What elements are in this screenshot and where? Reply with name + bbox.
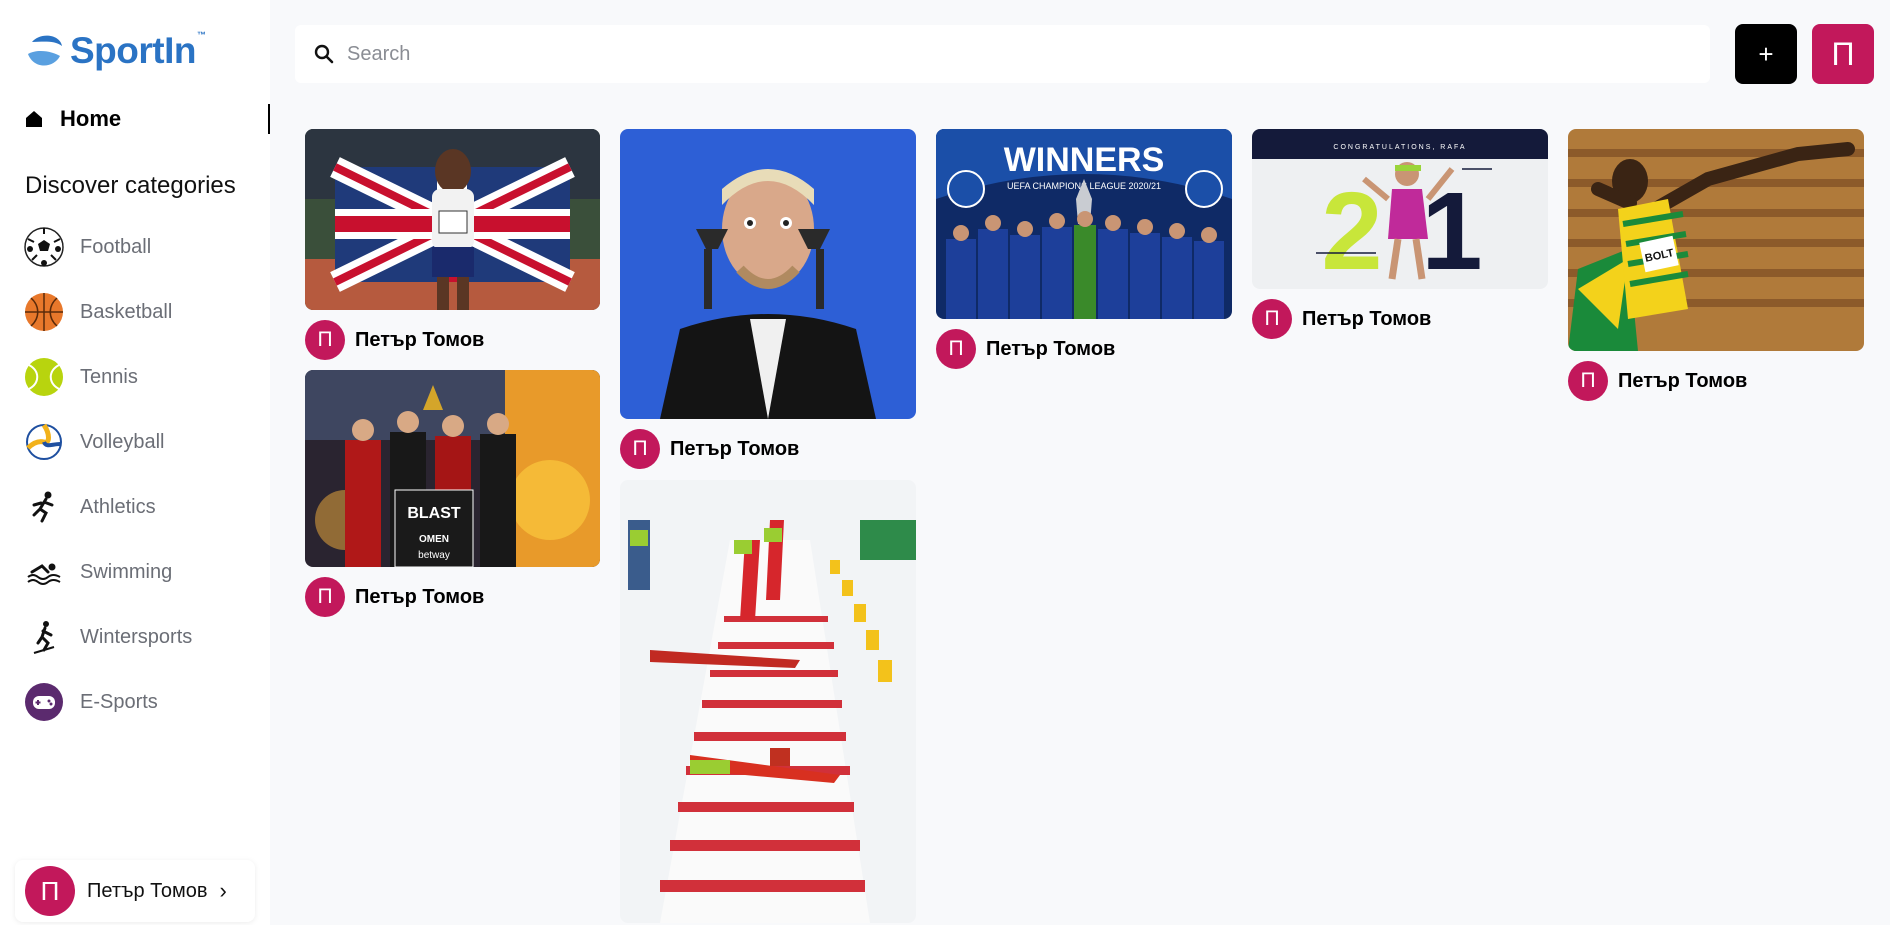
category-basketball[interactable]: Basketball xyxy=(24,292,254,332)
search-input[interactable] xyxy=(347,42,1647,66)
author-name: Петър Томов xyxy=(1302,307,1432,330)
category-label: Swimming xyxy=(80,560,173,583)
post-image[interactable] xyxy=(305,129,600,310)
svg-text:CONGRATULATIONS, RAFA: CONGRATULATIONS, RAFA xyxy=(1333,144,1466,151)
avatar: П xyxy=(305,577,345,617)
author-name: Петър Томов xyxy=(355,328,485,351)
search-icon xyxy=(314,44,334,64)
svg-text:BLAST: BLAST xyxy=(407,505,461,522)
category-label: Volleyball xyxy=(80,430,165,453)
post-card[interactable]: BLAST OMEN betway П Петър Томов xyxy=(305,370,600,617)
swimming-icon xyxy=(25,553,63,591)
svg-text:betway: betway xyxy=(418,550,450,561)
category-label: Wintersports xyxy=(80,625,193,648)
category-tennis[interactable]: Tennis xyxy=(24,357,254,397)
avatar: П xyxy=(1568,361,1608,401)
logo-trademark: ™ xyxy=(196,30,206,40)
author-name: Петър Томов xyxy=(355,585,485,608)
author-name: Петър Томов xyxy=(1618,369,1748,392)
basketball-icon xyxy=(25,293,63,331)
biathlon-shooting-range-photo xyxy=(620,480,916,923)
post-card[interactable]: WINNERS UEFA CHAMPIONS LEAGUE 2020/21 П … xyxy=(936,129,1232,369)
category-athletics[interactable]: Athletics xyxy=(24,487,254,527)
category-swimming[interactable]: Swimming xyxy=(24,552,254,592)
post-author[interactable]: П Петър Томов xyxy=(1252,299,1548,339)
svg-text:1: 1 xyxy=(1421,170,1482,289)
author-name: Петър Томов xyxy=(670,437,800,460)
nav-home[interactable]: Home xyxy=(24,104,270,134)
post-author[interactable]: П Петър Томов xyxy=(305,577,600,617)
category-esports[interactable]: E-Sports xyxy=(24,682,254,722)
avatar: П xyxy=(936,329,976,369)
category-label: Football xyxy=(80,235,152,258)
home-icon xyxy=(26,111,42,127)
app-logo[interactable]: SportIn ™ xyxy=(24,30,206,72)
post-image[interactable] xyxy=(620,480,916,923)
tennis-player-congratulations-photo: CONGRATULATIONS, RAFA 2 1 xyxy=(1252,129,1548,289)
volleyball-icon xyxy=(26,423,62,460)
category-label: Tennis xyxy=(80,365,138,388)
post-card[interactable]: П Петър Томов xyxy=(305,129,600,360)
avatar: П xyxy=(1252,299,1292,339)
esports-team-celebrating-trophy-photo: BLAST OMEN betway xyxy=(305,370,600,567)
user-profile-button[interactable]: П xyxy=(1812,24,1874,84)
search-bar[interactable] xyxy=(295,25,1710,83)
profile-menu-button[interactable]: П Петър Томов › xyxy=(15,860,255,922)
post-author[interactable]: П Петър Томов xyxy=(936,329,1232,369)
man-holding-two-trophies-photo xyxy=(620,129,916,419)
profile-name: Петър Томов xyxy=(87,879,208,902)
sidebar: SportIn ™ Home Discover categories Footb… xyxy=(0,0,270,925)
sprinter-celebrating-photo: BOLT xyxy=(1568,129,1864,351)
esports-icon xyxy=(25,683,63,721)
discover-categories-title: Discover categories xyxy=(25,172,236,199)
athlete-with-union-jack-flag-photo xyxy=(305,129,600,310)
post-image[interactable] xyxy=(620,129,916,419)
post-card[interactable]: BOLT П Петър Томов xyxy=(1568,129,1864,401)
author-name: Петър Томов xyxy=(986,337,1116,360)
post-card[interactable] xyxy=(620,480,916,923)
tennis-icon xyxy=(25,358,63,396)
athletics-icon xyxy=(25,488,63,526)
logo-mark-icon xyxy=(28,35,62,66)
avatar: П xyxy=(305,320,345,360)
post-image[interactable]: CONGRATULATIONS, RAFA 2 1 xyxy=(1252,129,1548,289)
post-author[interactable]: П Петър Томов xyxy=(1568,361,1864,401)
post-author[interactable]: П Петър Томов xyxy=(305,320,600,360)
wintersports-icon xyxy=(25,618,63,656)
avatar: П xyxy=(620,429,660,469)
category-football[interactable]: Football xyxy=(24,227,254,267)
svg-text:OMEN: OMEN xyxy=(419,534,449,545)
logo-text: SportIn xyxy=(70,30,196,71)
post-card[interactable]: CONGRATULATIONS, RAFA 2 1 П Петър Томов xyxy=(1252,129,1548,339)
chevron-right-icon: › xyxy=(219,878,227,903)
champions-league-winners-photo: WINNERS UEFA CHAMPIONS LEAGUE 2020/21 xyxy=(936,129,1232,319)
post-card[interactable]: П Петър Томов xyxy=(620,129,916,469)
post-author[interactable]: П Петър Томов xyxy=(620,429,916,469)
svg-text:WINNERS: WINNERS xyxy=(1004,141,1165,179)
category-label: Athletics xyxy=(80,495,156,518)
category-wintersports[interactable]: Wintersports xyxy=(24,617,254,657)
avatar: П xyxy=(25,866,75,916)
category-label: E-Sports xyxy=(80,690,158,713)
category-list: Football Basketball Tennis Volleyball At… xyxy=(24,227,254,747)
football-icon xyxy=(24,227,64,267)
create-post-button[interactable]: + xyxy=(1735,24,1797,84)
category-label: Basketball xyxy=(80,300,173,323)
post-image[interactable]: BOLT xyxy=(1568,129,1864,351)
nav-home-label: Home xyxy=(60,106,122,131)
post-image[interactable]: WINNERS UEFA CHAMPIONS LEAGUE 2020/21 xyxy=(936,129,1232,319)
post-image[interactable]: BLAST OMEN betway xyxy=(305,370,600,567)
category-volleyball[interactable]: Volleyball xyxy=(24,422,254,462)
